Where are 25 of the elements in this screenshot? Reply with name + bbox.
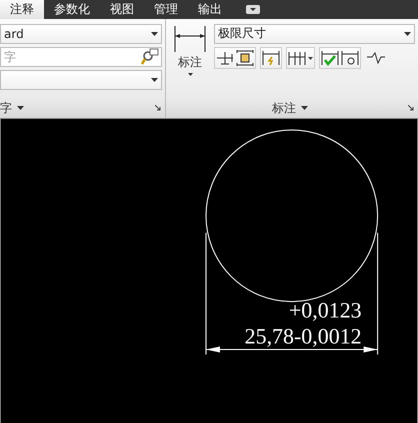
- dialog-launcher-icon[interactable]: [408, 105, 414, 112]
- tolerance-text: +0,0123: [288, 297, 362, 322]
- magnifier-icon[interactable]: [141, 48, 159, 66]
- ribbon-tab[interactable]: 输出: [188, 0, 232, 19]
- caret-icon[interactable]: [301, 106, 308, 110]
- dimension-style-combo[interactable]: 极限尺寸: [214, 24, 415, 44]
- text-search-field[interactable]: 字: [0, 46, 162, 67]
- ribbon-tab[interactable]: 管理: [144, 0, 188, 19]
- caret-icon[interactable]: [151, 32, 158, 36]
- panel-title[interactable]: 字: [0, 100, 12, 117]
- caret-icon[interactable]: [188, 72, 192, 76]
- panel-title[interactable]: 标注: [272, 100, 296, 117]
- dimension-text: 25,78-0,0012: [244, 323, 362, 348]
- ribbon-tab[interactable]: 参数化: [44, 0, 100, 19]
- caret-icon[interactable]: [151, 78, 158, 82]
- dropdown-icon[interactable]: [246, 4, 260, 14]
- dimension-button[interactable]: 标注: [172, 24, 208, 99]
- caret-icon[interactable]: [404, 32, 411, 36]
- text-style-combo[interactable]: ard: [0, 24, 162, 44]
- ribbon-tab[interactable]: 视图: [100, 0, 144, 19]
- ribbon-tab[interactable]: 注释: [0, 0, 44, 19]
- dimension-icon: [174, 24, 206, 52]
- dialog-launcher-icon[interactable]: [155, 105, 161, 112]
- caret-icon[interactable]: [17, 106, 24, 110]
- text-frame-icon[interactable]: [235, 48, 255, 68]
